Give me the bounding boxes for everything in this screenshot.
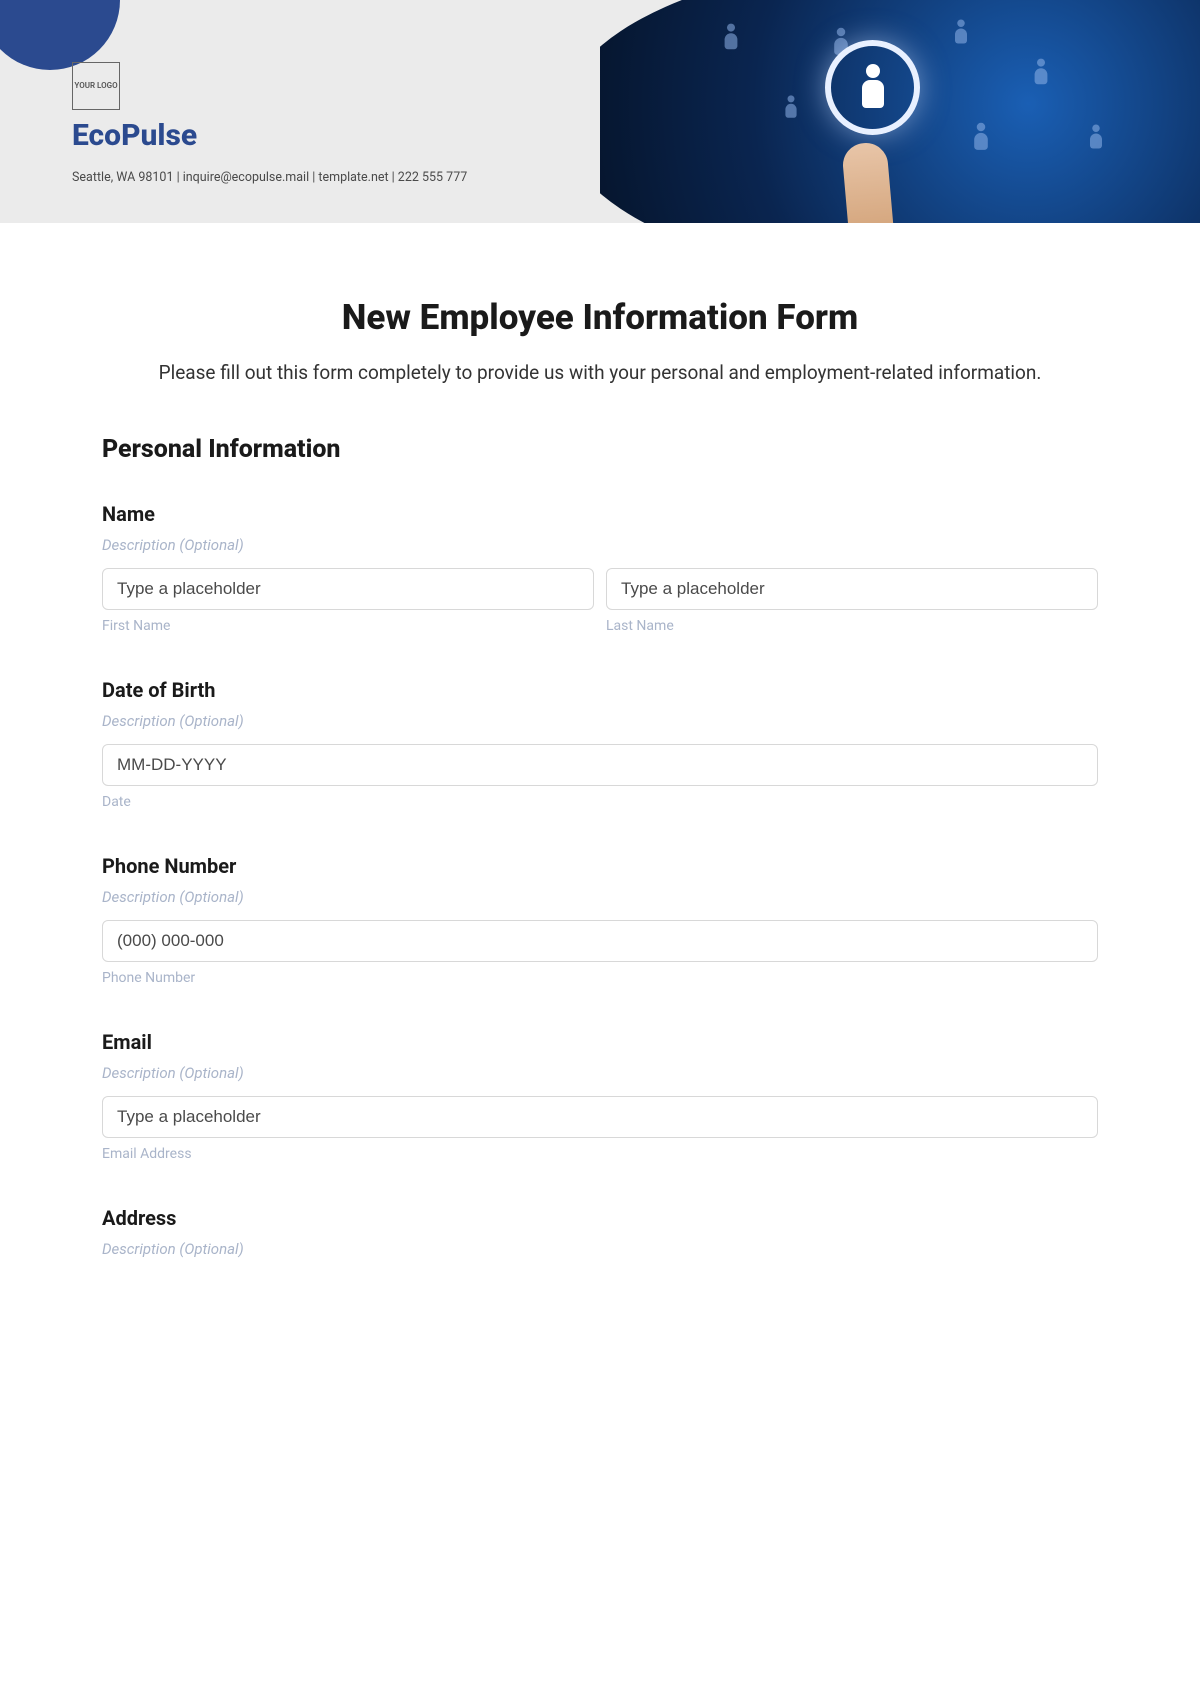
email-sublabel: Email Address [102,1146,1098,1162]
logo-placeholder: YOUR LOGO [72,62,120,110]
field-address: Address Description (Optional) [102,1206,1098,1258]
dob-label: Date of Birth [102,678,1098,702]
person-highlight-icon [825,40,920,135]
field-phone: Phone Number Description (Optional) Phon… [102,854,1098,986]
phone-label: Phone Number [102,854,1098,878]
name-label: Name [102,502,1098,526]
hero-image [600,0,1200,223]
contact-line: Seattle, WA 98101 | inquire@ecopulse.mai… [72,170,467,185]
field-name: Name Description (Optional) First Name L… [102,502,1098,634]
email-input[interactable] [102,1096,1098,1138]
form-title: New Employee Information Form [102,297,1098,338]
email-description[interactable]: Description (Optional) [102,1064,1098,1082]
field-email: Email Description (Optional) Email Addre… [102,1030,1098,1162]
form-body: New Employee Information Form Please fil… [0,223,1200,1258]
field-dob: Date of Birth Description (Optional) Dat… [102,678,1098,810]
last-name-sublabel: Last Name [606,618,1098,634]
first-name-sublabel: First Name [102,618,594,634]
phone-input[interactable] [102,920,1098,962]
section-personal-info: Personal Information [102,435,1098,464]
last-name-input[interactable] [606,568,1098,610]
dob-input[interactable] [102,744,1098,786]
phone-sublabel: Phone Number [102,970,1098,986]
dob-description[interactable]: Description (Optional) [102,712,1098,730]
form-intro: Please fill out this form completely to … [102,358,1098,387]
first-name-input[interactable] [102,568,594,610]
address-label: Address [102,1206,1098,1230]
phone-description[interactable]: Description (Optional) [102,888,1098,906]
brand-name: EcoPulse [72,118,197,153]
decorative-circle [0,0,120,70]
header: YOUR LOGO EcoPulse Seattle, WA 98101 | i… [0,0,1200,223]
email-label: Email [102,1030,1098,1054]
name-description[interactable]: Description (Optional) [102,536,1098,554]
dob-sublabel: Date [102,794,1098,810]
address-description[interactable]: Description (Optional) [102,1240,1098,1258]
